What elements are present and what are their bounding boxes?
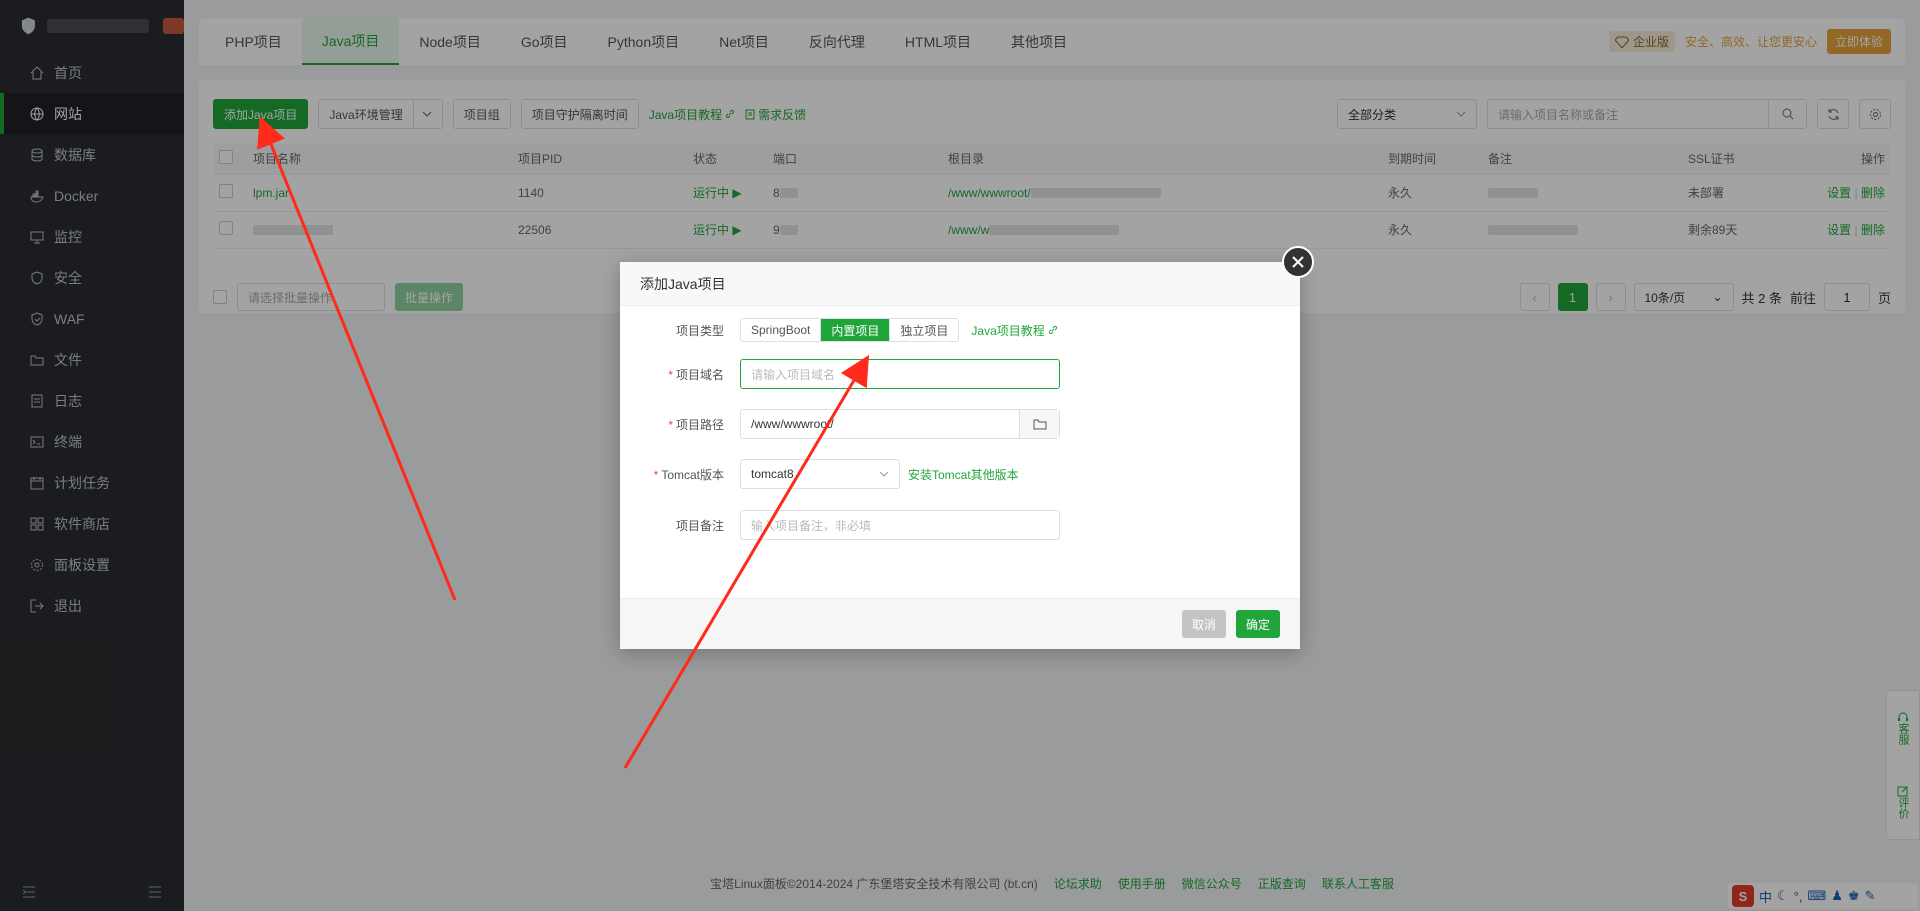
link-icon [1048, 325, 1057, 335]
tomcat-label-text: Tomcat版本 [661, 467, 724, 482]
folder-icon[interactable] [1019, 410, 1059, 438]
add-java-project-dialog: 添加Java项目 项目类型 SpringBoot 内置项目 独立项目 Java项… [620, 246, 1314, 649]
install-tomcat-link[interactable]: 安装Tomcat其他版本 [908, 466, 1019, 483]
tomcat-label: * Tomcat版本 [620, 466, 740, 483]
required-mark: * [668, 417, 673, 432]
domain-label: * 项目域名 [620, 366, 740, 383]
path-input[interactable]: /www/wwwroot/ [741, 410, 1019, 438]
path-row: * 项目路径 /www/wwwroot/ [620, 409, 1300, 439]
dialog-tutorial-link[interactable]: Java项目教程 [971, 322, 1057, 339]
domain-input[interactable]: 请输入项目域名 [740, 359, 1060, 389]
dialog-footer: 取消 确定 [620, 598, 1300, 649]
tomcat-version-select[interactable]: tomcat8 [740, 459, 900, 489]
required-mark: * [653, 467, 659, 482]
type-standalone[interactable]: 独立项目 [890, 319, 958, 341]
remark-input[interactable]: 输入项目备注，非必填 [740, 510, 1060, 540]
type-springboot[interactable]: SpringBoot [741, 319, 822, 341]
domain-label-text: 项目域名 [675, 367, 724, 382]
remark-label: 项目备注 [675, 518, 724, 533]
remark-row: 项目备注 输入项目备注，非必填 [620, 510, 1300, 540]
project-type-selector: SpringBoot 内置项目 独立项目 [740, 318, 960, 342]
tomcat-version-value: tomcat8 [751, 467, 794, 481]
type-builtin[interactable]: 内置项目 [821, 319, 891, 341]
type-label: 项目类型 [675, 323, 724, 338]
close-icon[interactable] [1282, 246, 1314, 278]
cancel-button[interactable]: 取消 [1181, 610, 1226, 638]
confirm-button[interactable]: 确定 [1235, 610, 1280, 638]
path-label-text: 项目路径 [675, 417, 724, 432]
chevron-down-icon [879, 471, 889, 477]
path-label: * 项目路径 [620, 416, 740, 433]
type-row: 项目类型 SpringBoot 内置项目 独立项目 Java项目教程 [620, 318, 1300, 342]
required-mark: * [668, 367, 673, 382]
dialog-title: 添加Java项目 [620, 262, 1300, 306]
domain-row: * 项目域名 请输入项目域名 [620, 359, 1300, 389]
dialog-tutorial-label: Java项目教程 [971, 323, 1045, 338]
tomcat-row: * Tomcat版本 tomcat8 安装Tomcat其他版本 [620, 459, 1300, 489]
path-field: /www/wwwroot/ [740, 409, 1060, 439]
